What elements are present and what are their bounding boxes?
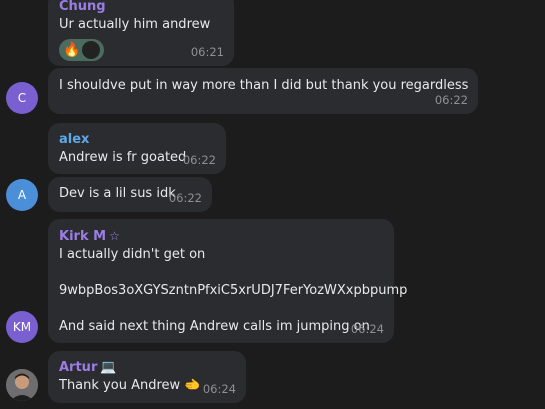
message-bubble[interactable]: Kirk M ☆ I actually didn't get on 9wbpBos… <box>48 219 408 343</box>
sender-name-row: Artur 💻 <box>59 359 235 377</box>
laptop-icon: 💻 <box>100 360 117 375</box>
sender-name-row: Kirk M ☆ <box>59 227 383 246</box>
message-time: 06:22 <box>168 191 202 205</box>
avatar-initial: C <box>17 91 27 105</box>
reactor-avatar <box>82 41 101 59</box>
avatar[interactable]: A <box>6 179 38 211</box>
sender-name[interactable]: Chung <box>59 0 223 16</box>
avatar[interactable] <box>6 369 38 401</box>
message-time: 06:22 <box>182 153 216 167</box>
message-time: 06:22 <box>434 93 468 107</box>
message-bubble[interactable]: alex Andrew is fr goated 06:22 <box>48 123 226 174</box>
sender-name[interactable]: Artur <box>59 360 97 375</box>
message-text: I shouldve put in way more than I did bu… <box>59 78 469 93</box>
sender-name[interactable]: alex <box>59 131 215 149</box>
sender-name[interactable]: Kirk M <box>59 229 106 244</box>
message-line: I actually didn't get on <box>59 247 206 262</box>
avatar-photo-icon <box>6 369 38 401</box>
avatar-initial: A <box>17 188 27 202</box>
message-time: 06:24 <box>350 322 384 336</box>
message-line: 9wbpBos3oXGYSzntnPfxiC5xrUDJ7FerYozWXxpb… <box>59 283 408 298</box>
message-time: 06:21 <box>190 45 224 59</box>
reaction-chip[interactable]: 🔥 <box>59 39 105 61</box>
avatar-initial: KM <box>12 320 32 334</box>
message-bubble[interactable]: Artur 💻 Thank you Andrew 🫲 06:24 <box>48 351 246 403</box>
avatar[interactable]: C <box>6 82 38 114</box>
message-time: 06:24 <box>202 382 236 396</box>
message-text: Ur actually him andrew <box>59 17 211 32</box>
message-bubble[interactable]: Chung Ur actually him andrew 🔥 06:21 <box>48 0 234 66</box>
avatar[interactable]: KM <box>6 311 38 343</box>
fire-emoji-icon: 🔥 <box>63 42 81 58</box>
message-line: And said next thing Andrew calls im jump… <box>59 319 370 334</box>
message-bubble[interactable]: Dev is a lil sus idk 06:22 <box>48 177 212 212</box>
message-bubble[interactable]: I shouldve put in way more than I did bu… <box>48 68 478 114</box>
star-icon: ☆ <box>109 229 120 243</box>
